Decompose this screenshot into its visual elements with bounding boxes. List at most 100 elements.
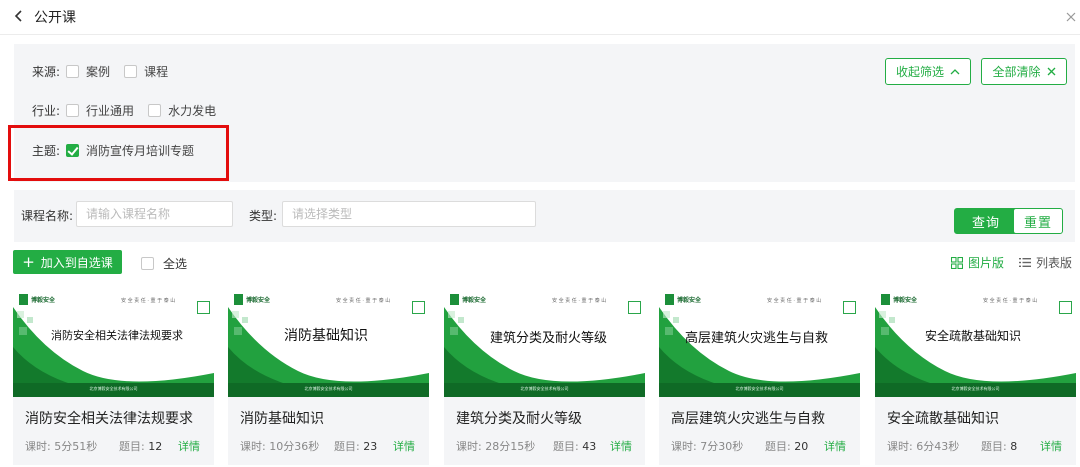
course-name-input[interactable]: 请输入课程名称: [76, 201, 233, 227]
cover-slogan: 安 全 责 任 · 重 于 泰 山: [983, 298, 1038, 304]
add-to-selected-button[interactable]: + 加入到自选课: [13, 250, 122, 274]
course-title[interactable]: 建筑分类及耐火等级: [456, 408, 582, 428]
course-title[interactable]: 消防安全相关法律法规要求: [25, 408, 193, 428]
grid-icon: [951, 256, 963, 269]
course-select-checkbox[interactable]: [412, 301, 425, 314]
checkbox-source-course[interactable]: [124, 64, 138, 78]
collapse-filters-label: 收起筛选: [895, 65, 944, 79]
close-x-icon: [1047, 67, 1055, 76]
clear-all-label: 全部清除: [992, 65, 1041, 79]
course-detail-link[interactable]: 详情: [178, 438, 200, 454]
list-icon: [1019, 258, 1031, 267]
select-all-control[interactable]: 全选: [141, 255, 187, 272]
plus-icon: +: [22, 252, 35, 271]
logo-mark-icon: [881, 294, 890, 305]
course-select-checkbox[interactable]: [843, 301, 856, 314]
questions-label: 题目:: [553, 440, 579, 453]
course-question-count: 题目: 8: [981, 438, 1017, 454]
logo-mark-icon: [665, 294, 674, 305]
duration-value: 6分43秒: [916, 440, 960, 453]
course-question-count: 题目: 43: [553, 438, 596, 454]
course-detail-link[interactable]: 详情: [1040, 438, 1062, 454]
course-select-checkbox[interactable]: [197, 301, 210, 314]
cover-logo-text: 博毅安全: [677, 297, 702, 304]
course-duration: 课时: 6分43秒: [887, 438, 959, 454]
course-card[interactable]: 博毅安全 安 全 责 任 · 重 于 泰 山 高层建筑火灾逃生与自救 北京博毅安…: [659, 287, 860, 465]
duration-label: 课时:: [887, 440, 913, 453]
logo-mark-icon: [234, 294, 243, 305]
collapse-filters-button[interactable]: 收起筛选: [885, 58, 971, 85]
chevron-up-icon: [950, 69, 960, 75]
option-source-case[interactable]: 案例: [86, 63, 110, 80]
course-title[interactable]: 安全疏散基础知识: [887, 408, 999, 428]
questions-label: 题目:: [765, 440, 791, 453]
close-icon[interactable]: [1064, 10, 1078, 24]
option-industry-general[interactable]: 行业通用: [86, 102, 134, 119]
cover-title: 建筑分类及耐火等级: [490, 331, 608, 346]
cover-logo: 博毅安全: [881, 294, 917, 305]
course-detail-link[interactable]: 详情: [824, 438, 846, 454]
option-industry-hydropower[interactable]: 水力发电: [168, 102, 216, 119]
cover-footer: 北京博毅安全技术有限公司: [304, 386, 353, 391]
questions-label: 题目:: [334, 440, 360, 453]
cover-logo: 博毅安全: [450, 294, 486, 305]
course-cover-image: 博毅安全 安 全 责 任 · 重 于 泰 山 高层建筑火灾逃生与自救 北京博毅安…: [659, 287, 860, 397]
filter-row-source: 来源: 案例 课程: [32, 62, 182, 80]
cover-footer: 北京博毅安全技术有限公司: [89, 386, 138, 391]
course-card[interactable]: 博毅安全 安 全 责 任 · 重 于 泰 山 消防安全相关法律法规要求 北京博毅…: [13, 287, 214, 465]
course-card[interactable]: 博毅安全 安 全 责 任 · 重 于 泰 山 消防基础知识 北京博毅安全技术有限…: [228, 287, 429, 465]
questions-value: 43: [582, 440, 597, 453]
duration-label: 课时:: [671, 440, 697, 453]
reset-button[interactable]: 重置: [1013, 208, 1063, 234]
course-duration: 课时: 10分36秒: [240, 438, 319, 454]
questions-label: 题目:: [981, 440, 1007, 453]
questions-value: 8: [1010, 440, 1018, 453]
list-view-label: 列表版: [1036, 256, 1073, 270]
header-divider: [0, 34, 1080, 35]
cover-slogan: 安 全 责 任 · 重 于 泰 山: [767, 298, 822, 304]
course-detail-link[interactable]: 详情: [610, 438, 632, 454]
course-cover-image: 博毅安全 安 全 责 任 · 重 于 泰 山 消防基础知识 北京博毅安全技术有限…: [228, 287, 429, 397]
clear-all-button[interactable]: 全部清除: [981, 58, 1067, 85]
duration-label: 课时:: [25, 440, 51, 453]
course-select-checkbox[interactable]: [628, 301, 641, 314]
course-card[interactable]: 博毅安全 安 全 责 任 · 重 于 泰 山 建筑分类及耐火等级 北京博毅安全技…: [444, 287, 645, 465]
course-card[interactable]: 博毅安全 安 全 责 任 · 重 于 泰 山 安全疏散基础知识 北京博毅安全技术…: [875, 287, 1076, 465]
cover-logo-text: 博毅安全: [246, 297, 271, 304]
duration-value: 7分30秒: [700, 440, 744, 453]
questions-label: 题目:: [119, 440, 145, 453]
type-label: 类型:: [249, 209, 278, 223]
course-title[interactable]: 消防基础知识: [240, 408, 324, 428]
course-name-label: 课程名称:: [21, 209, 74, 223]
page-header: 公开课: [0, 0, 1080, 34]
questions-value: 20: [794, 440, 809, 453]
duration-label: 课时:: [456, 440, 482, 453]
query-button[interactable]: 查询: [954, 208, 1018, 234]
checkbox-industry-hydropower[interactable]: [148, 103, 162, 117]
select-all-checkbox[interactable]: [141, 257, 154, 270]
logo-mark-icon: [450, 294, 459, 305]
course-title[interactable]: 高层建筑火灾逃生与自救: [671, 408, 825, 428]
cover-logo-text: 博毅安全: [31, 297, 56, 304]
highlight-annotation-box: [8, 125, 229, 181]
course-select-checkbox[interactable]: [1059, 301, 1072, 314]
filter-row-industry: 行业: 行业通用 水力发电: [32, 101, 230, 119]
checkbox-industry-general[interactable]: [66, 103, 80, 117]
cover-logo: 博毅安全: [234, 294, 270, 305]
list-view-toggle[interactable]: 列表版: [1019, 254, 1072, 271]
search-bar: 课程名称: 请输入课程名称 类型: 请选择类型 查询 重置: [14, 190, 1075, 242]
checkbox-source-case[interactable]: [66, 64, 80, 78]
duration-value: 10分36秒: [269, 440, 320, 453]
filter-label-industry: 行业:: [32, 103, 61, 118]
cover-title: 高层建筑火灾逃生与自救: [685, 331, 829, 346]
cover-title: 安全疏散基础知识: [925, 329, 1022, 343]
course-duration: 课时: 5分51秒: [25, 438, 97, 454]
back-chevron-icon[interactable]: [12, 8, 26, 24]
course-cover-image: 博毅安全 安 全 责 任 · 重 于 泰 山 消防安全相关法律法规要求 北京博毅…: [13, 287, 214, 397]
page-title: 公开课: [34, 10, 76, 26]
add-to-selected-label: 加入到自选课: [40, 255, 113, 270]
type-select[interactable]: 请选择类型: [282, 201, 536, 227]
option-source-course[interactable]: 课程: [144, 63, 168, 80]
course-detail-link[interactable]: 详情: [393, 438, 415, 454]
grid-view-toggle[interactable]: 图片版: [951, 254, 1004, 271]
